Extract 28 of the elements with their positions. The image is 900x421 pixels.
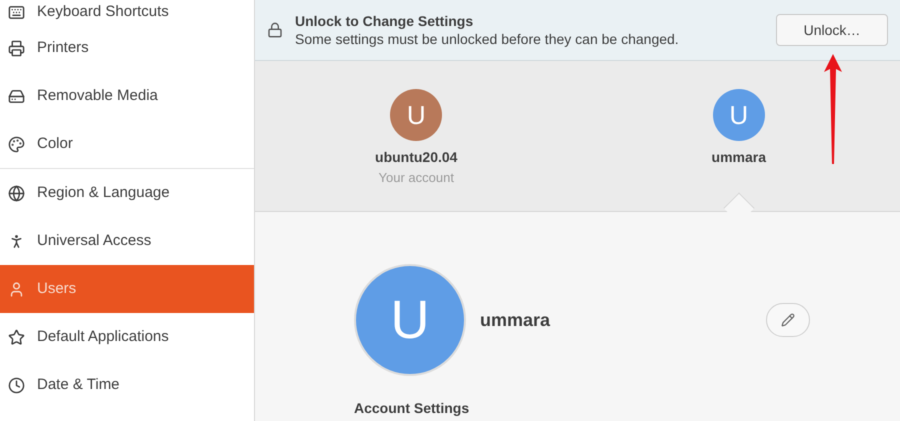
sidebar-item[interactable]: Color xyxy=(0,120,254,168)
printer-icon xyxy=(8,40,25,56)
sidebar-item[interactable]: Universal Access xyxy=(0,217,254,265)
drive-icon xyxy=(8,88,25,104)
sidebar-item[interactable]: Printers xyxy=(0,24,254,72)
star-icon xyxy=(8,328,25,346)
user-name: ummara xyxy=(712,148,766,167)
unlock-button[interactable]: Unlock… xyxy=(776,14,888,46)
sidebar-item[interactable]: Default Applications xyxy=(0,313,254,361)
keyboard-icon xyxy=(8,4,25,20)
sidebar-item[interactable]: Region & Language xyxy=(0,169,254,217)
lock-icon xyxy=(267,22,283,38)
section-heading: Account Settings xyxy=(354,399,470,418)
edit-button[interactable] xyxy=(766,303,810,337)
sidebar-item[interactable]: Date & Time xyxy=(0,361,254,409)
user-name: ubuntu20.04 xyxy=(375,148,458,167)
palette-icon xyxy=(8,136,25,152)
banner-title: Unlock to Change Settings xyxy=(295,12,474,30)
pencil-icon xyxy=(781,313,795,327)
banner-message: Some settings must be unlocked before they can be changed. xyxy=(295,30,680,48)
user-name: ummara xyxy=(480,308,552,332)
user-subtitle: Your account xyxy=(378,169,454,187)
sidebar-item[interactable]: Keyboard Shortcuts xyxy=(0,0,254,24)
globe-icon xyxy=(8,184,25,202)
sidebar-item[interactable]: Removable Media xyxy=(0,72,254,120)
avatar[interactable]: U xyxy=(390,89,442,141)
user-icon xyxy=(8,280,25,298)
clock-icon xyxy=(8,376,25,394)
